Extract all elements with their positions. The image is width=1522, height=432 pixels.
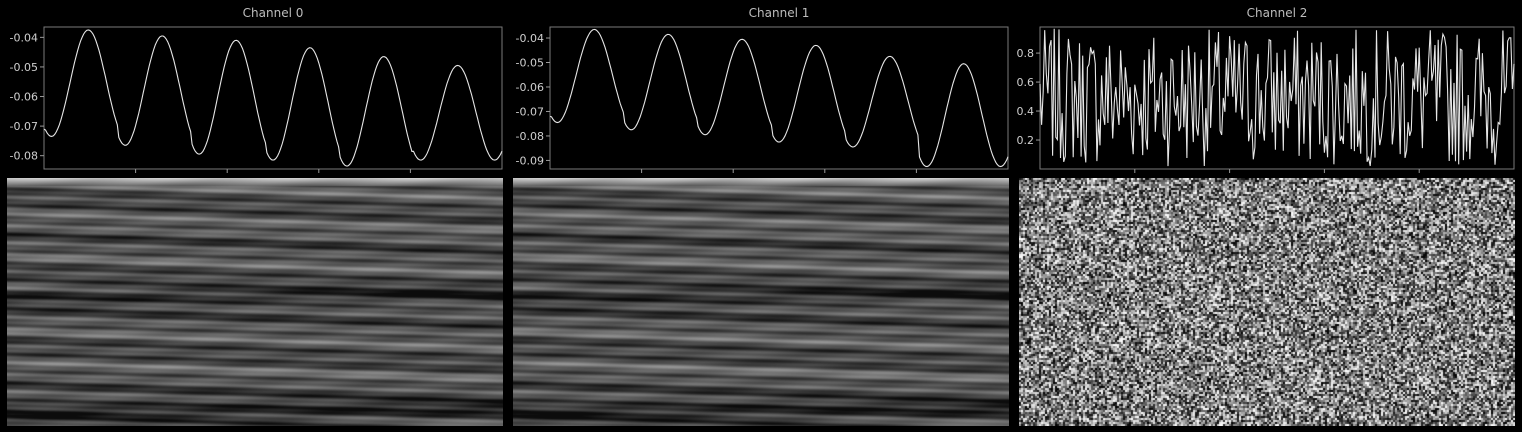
y-tick-label: 0.2 [1017,134,1035,147]
series-line [1039,28,1515,167]
y-tick-label: 0.8 [1017,47,1035,60]
series-line [549,28,1009,168]
y-tick-label: -0.08 [516,130,544,143]
y-tick-label: 0.6 [1017,76,1035,89]
y-tick-label: -0.05 [10,61,38,74]
y-tick-label: -0.07 [10,120,38,133]
channel-0-spectrogram [7,178,503,426]
y-tick-label: -0.09 [516,154,544,167]
y-tick-label: -0.04 [10,31,38,44]
y-tick-label: -0.06 [10,91,38,104]
y-tick-label: -0.06 [516,81,544,94]
y-tick-label: 0.4 [1017,105,1035,118]
plot-frame [43,26,503,170]
waveform-plots: -0.04 -0.05 -0.06 -0.07 -0.08 -0.04 -0.05 -0.06… [10,26,1515,173]
y-tick-label: -0.05 [516,57,544,70]
series-line [43,29,503,167]
y-tick-label: -0.07 [516,105,544,118]
channel-1-spectrogram [513,178,1009,426]
y-tick-label: -0.08 [10,150,38,163]
channel-2-spectrogram [1019,178,1515,426]
y-tick-label: -0.04 [516,32,544,45]
